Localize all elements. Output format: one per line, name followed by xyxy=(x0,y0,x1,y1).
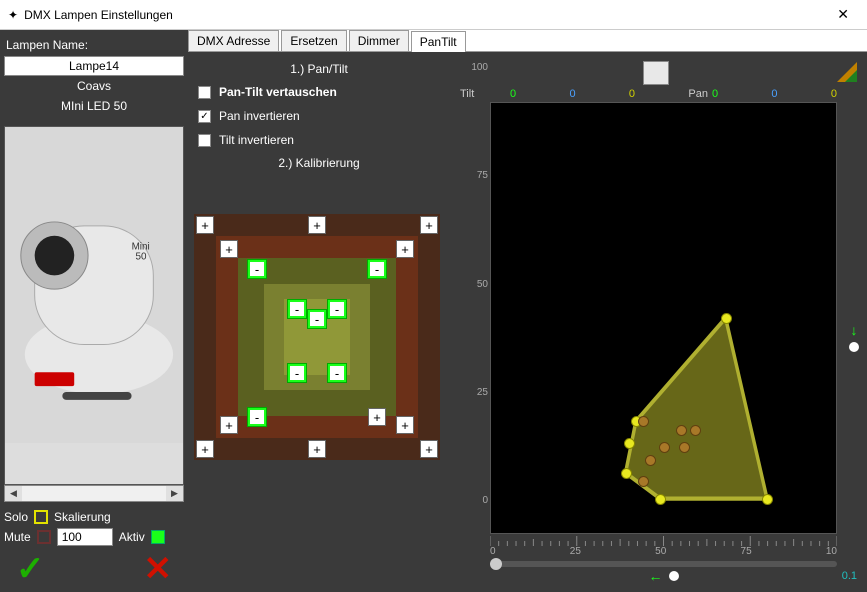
cal-point-button[interactable]: - xyxy=(288,300,306,318)
plot-point[interactable] xyxy=(624,438,635,449)
x-ticks xyxy=(490,536,837,546)
pan-invert-label: Pan invertieren xyxy=(219,109,300,123)
cal-point-button[interactable]: - xyxy=(328,364,346,382)
app-icon: ✦ xyxy=(8,8,18,22)
right-panel: DMX AdresseErsetzenDimmerPanTilt 1.) Pan… xyxy=(188,30,867,592)
plot-point[interactable] xyxy=(638,416,649,427)
heading-calibration: 2.) Kalibrierung xyxy=(194,152,444,174)
side-dot[interactable] xyxy=(849,342,859,352)
cal-point-button[interactable]: + xyxy=(220,240,238,258)
plot-point[interactable] xyxy=(690,425,701,436)
corner-flag-icon[interactable] xyxy=(837,62,857,82)
tab-bar: DMX AdresseErsetzenDimmerPanTilt xyxy=(188,30,867,52)
mute-value-input[interactable] xyxy=(57,528,113,546)
fixture-image: Mini 50 xyxy=(4,126,184,485)
tilt-invert-label: Tilt invertieren xyxy=(219,133,294,147)
tab-ersetzen[interactable]: Ersetzen xyxy=(281,30,346,51)
swap-checkbox[interactable] xyxy=(198,86,211,99)
cal-point-button[interactable]: - xyxy=(308,310,326,328)
cal-point-button[interactable]: - xyxy=(248,408,266,426)
ok-button[interactable]: ✓ xyxy=(16,552,45,586)
vendor-label: Coavs xyxy=(4,76,184,96)
cal-point-button[interactable]: + xyxy=(396,416,414,434)
cal-point-button[interactable]: + xyxy=(420,440,438,458)
plot-point[interactable] xyxy=(645,455,656,466)
plot-point[interactable] xyxy=(621,468,632,479)
calibration-grid[interactable]: +++++--------++++++ xyxy=(194,214,440,460)
window-title: DMX Lampen Einstellungen xyxy=(18,8,827,22)
tab-dmx-adresse[interactable]: DMX Adresse xyxy=(188,30,279,51)
plot-point[interactable] xyxy=(659,442,670,453)
tab-dimmer[interactable]: Dimmer xyxy=(349,30,409,51)
image-scrollbar[interactable]: ◀ ▶ xyxy=(4,485,184,502)
cal-point-button[interactable]: + xyxy=(396,240,414,258)
footer-value: 0.1 xyxy=(842,570,857,582)
scroll-left-icon[interactable]: ◀ xyxy=(5,486,22,501)
y-axis: 1007550250 xyxy=(464,58,488,526)
svg-text:50: 50 xyxy=(136,252,147,263)
cal-point-button[interactable]: - xyxy=(248,260,266,278)
cal-point-button[interactable]: - xyxy=(288,364,306,382)
aktiv-checkbox[interactable] xyxy=(151,530,165,544)
title-bar: ✦ DMX Lampen Einstellungen ✕ xyxy=(0,0,867,30)
color-swatch[interactable] xyxy=(643,61,669,85)
cal-point-button[interactable]: - xyxy=(368,260,386,278)
cal-point-button[interactable]: + xyxy=(368,408,386,426)
arrow-down-icon[interactable]: ↓ xyxy=(851,322,858,338)
cal-point-button[interactable]: + xyxy=(308,216,326,234)
left-panel: Lampen Name: Coavs MIni LED 50 Mini 50 ◀… xyxy=(0,30,188,592)
cancel-button[interactable]: ✕ xyxy=(144,552,173,586)
cal-point-button[interactable]: + xyxy=(308,440,326,458)
skalierung-label: Skalierung xyxy=(54,510,111,524)
plot-point[interactable] xyxy=(762,494,773,505)
cal-point-button[interactable]: - xyxy=(328,300,346,318)
cal-point-button[interactable]: + xyxy=(196,440,214,458)
tab-pantilt[interactable]: PanTilt xyxy=(411,31,466,52)
solo-checkbox[interactable] xyxy=(34,510,48,524)
cal-point-button[interactable]: + xyxy=(420,216,438,234)
tilt-invert-checkbox[interactable] xyxy=(198,134,211,147)
top-axis-labels: Tilt 0 0 0 Pan0 0 0 xyxy=(450,88,861,102)
cal-point-button[interactable]: + xyxy=(196,216,214,234)
plot-column: Tilt 0 0 0 Pan0 0 0 1007550250 ↓ xyxy=(450,58,861,586)
lamp-name-label: Lampen Name: xyxy=(4,34,184,56)
options-column: 1.) Pan/Tilt Pan-Tilt vertauschen ✓ Pan … xyxy=(194,58,444,586)
pan-axis-label: Pan xyxy=(688,88,708,100)
fixture-svg: Mini 50 xyxy=(5,127,183,443)
plot-point[interactable] xyxy=(655,494,666,505)
mute-label: Mute xyxy=(4,530,31,544)
close-button[interactable]: ✕ xyxy=(827,4,859,25)
plot-point[interactable] xyxy=(721,313,732,324)
solo-label: Solo xyxy=(4,510,28,524)
lamp-name-input[interactable] xyxy=(4,56,184,76)
arrow-left-icon[interactable]: ← xyxy=(649,568,663,584)
right-side-controls[interactable]: ↓ xyxy=(849,322,859,352)
model-label: MIni LED 50 xyxy=(4,96,184,116)
pan-tilt-plot[interactable] xyxy=(490,102,837,534)
heading-pantilt: 1.) Pan/Tilt xyxy=(194,58,444,80)
scroll-right-icon[interactable]: ▶ xyxy=(166,486,183,501)
x-axis: 025507510 xyxy=(490,536,837,566)
aktiv-label: Aktiv xyxy=(119,530,145,544)
mute-checkbox[interactable] xyxy=(37,530,51,544)
plot-point[interactable] xyxy=(676,425,687,436)
swap-label: Pan-Tilt vertauschen xyxy=(219,85,337,99)
footer-dot[interactable] xyxy=(669,571,679,581)
pan-invert-checkbox[interactable]: ✓ xyxy=(198,110,211,123)
cal-point-button[interactable]: + xyxy=(220,416,238,434)
